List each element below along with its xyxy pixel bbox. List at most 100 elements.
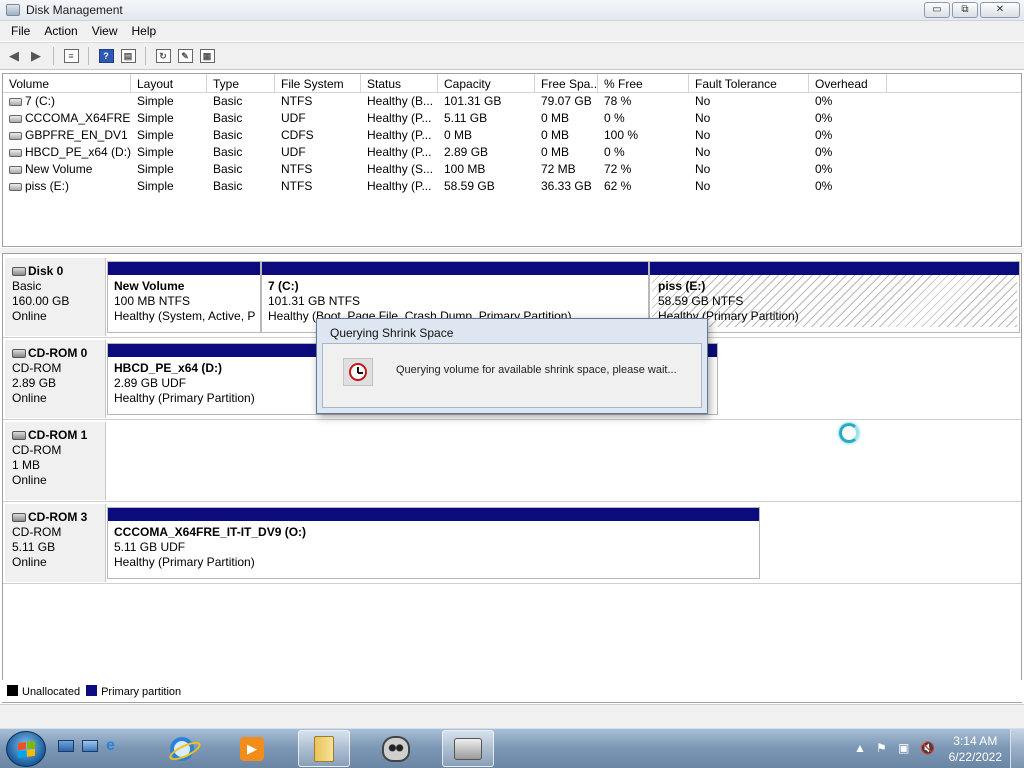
- network-icon[interactable]: ▣: [898, 741, 909, 755]
- switch-windows-icon[interactable]: [82, 737, 100, 755]
- settings-icon[interactable]: ▦: [197, 46, 217, 66]
- help-icon[interactable]: ?: [96, 46, 116, 66]
- internet-explorer-icon[interactable]: e: [106, 737, 124, 755]
- partition-fs: 5.11 GB UDF: [114, 540, 186, 554]
- partition[interactable]: New Volume 100 MB NTFS Healthy (System, …: [107, 261, 261, 333]
- dialog-message: Querying volume for available shrink spa…: [396, 364, 677, 376]
- volume-cell: 62 %: [598, 178, 689, 195]
- column-header-free-space[interactable]: Free Spa...: [535, 74, 598, 92]
- volume-cell-text: GBPFRE_EN_DV1 (F:): [25, 128, 131, 142]
- column-header-fault-tolerance[interactable]: Fault Tolerance: [689, 74, 809, 92]
- disk-info[interactable]: CD-ROM 3 CD-ROM 5.11 GB Online: [5, 504, 106, 582]
- title-bar: Disk Management ▭ ⧉ ✕: [0, 0, 1024, 21]
- disk-info[interactable]: CD-ROM 0 CD-ROM 2.89 GB Online: [5, 340, 106, 418]
- partition-status: Healthy (Primary Partition): [658, 309, 799, 323]
- taskbar-internet-explorer-button[interactable]: [156, 730, 208, 767]
- disk-info[interactable]: Disk 0 Basic 160.00 GB Online: [5, 258, 106, 336]
- volume-muted-icon[interactable]: 🔇: [920, 741, 935, 755]
- properties-icon[interactable]: ▤: [118, 46, 138, 66]
- volume-row[interactable]: CCCOMA_X64FRE... Simple Basic UDF Healthy (P…: [3, 110, 1021, 127]
- volume-cell: 0 %: [598, 144, 689, 161]
- back-arrow-icon[interactable]: ◀: [4, 46, 24, 66]
- volume-row[interactable]: piss (E:) Simple Basic NTFS Healthy (P... 58.…: [3, 178, 1021, 195]
- volume-cell-text: Simple: [137, 162, 174, 176]
- show-hide-console-tree-icon[interactable]: ≡: [61, 46, 81, 66]
- toolbar: ◀ ▶ ≡ ? ▤ ↻ ✎ ▦: [0, 42, 1024, 70]
- volume-cell: 36.33 GB: [535, 178, 598, 195]
- start-button[interactable]: [6, 731, 46, 767]
- maximize-button[interactable]: ⧉: [952, 2, 978, 18]
- volume-cell-text: Healthy (B...: [367, 94, 434, 108]
- minimize-button[interactable]: ▭: [924, 2, 950, 18]
- taskbar-file-explorer-button[interactable]: [298, 730, 350, 767]
- menu-action[interactable]: Action: [37, 21, 84, 41]
- volume-cell-text: HBCD_PE_x64 (D:): [25, 145, 131, 159]
- volume-cell: 0 MB: [535, 110, 598, 127]
- system-tray: ▲ ⚑ ▣ 🔇 3:14 AM 6/22/2022: [844, 729, 1024, 768]
- volume-row[interactable]: 7 (C:) Simple Basic NTFS Healthy (B... 101.31…: [3, 93, 1021, 110]
- volume-cell: 101.31 GB: [438, 93, 535, 110]
- column-header-capacity[interactable]: Capacity: [438, 74, 535, 92]
- row-divider: [3, 501, 1021, 502]
- partition[interactable]: CCCOMA_X64FRE_IT-IT_DV9 (O:) 5.11 GB UDF…: [107, 507, 760, 579]
- volume-cell-text: 36.33 GB: [541, 179, 592, 193]
- volume-cell: Basic: [207, 178, 275, 195]
- forward-arrow-icon[interactable]: ▶: [26, 46, 46, 66]
- volume-cell-text: 0%: [815, 94, 833, 108]
- column-header-volume[interactable]: Volume: [3, 74, 131, 92]
- taskbar-disk-management-button[interactable]: [442, 730, 494, 767]
- show-desktop-icon[interactable]: [58, 737, 76, 755]
- volume-row[interactable]: HBCD_PE_x64 (D:) Simple Basic UDF Healthy (P…: [3, 144, 1021, 161]
- volume-cell: Simple: [131, 144, 207, 161]
- column-header-type[interactable]: Type: [207, 74, 275, 92]
- volume-cell-text: NTFS: [281, 179, 313, 193]
- taskbar-raccoon-app-button[interactable]: [370, 730, 422, 767]
- column-header-layout[interactable]: Layout: [131, 74, 207, 92]
- export-icon[interactable]: ✎: [175, 46, 195, 66]
- volume-cell-text: NTFS: [281, 94, 313, 108]
- volume-cell-text: 62 %: [604, 179, 632, 193]
- volume-list-rows: 7 (C:) Simple Basic NTFS Healthy (B... 101.31…: [3, 93, 1021, 195]
- volume-cell: 79.07 GB: [535, 93, 598, 110]
- partition-name: piss (E:): [658, 279, 706, 293]
- menu-help[interactable]: Help: [125, 21, 164, 41]
- volume-cell-text: Basic: [213, 162, 243, 176]
- disk-management-app-icon: [6, 4, 20, 16]
- column-header-percent-free[interactable]: % Free: [598, 74, 689, 92]
- volume-cell: HBCD_PE_x64 (D:): [3, 144, 131, 161]
- show-desktop-button[interactable]: [1010, 729, 1024, 768]
- menu-view[interactable]: View: [85, 21, 125, 41]
- drive-icon: [9, 115, 22, 123]
- disk-kind: Basic: [12, 279, 42, 293]
- volume-cell-text: UDF: [281, 145, 306, 159]
- volume-row[interactable]: New Volume Simple Basic NTFS Healthy (S... 10…: [3, 161, 1021, 178]
- drive-icon: [9, 166, 22, 174]
- menu-bar: File Action View Help: [0, 21, 1024, 41]
- cd-rom-icon: [12, 431, 26, 440]
- volume-cell-text: 72 %: [604, 162, 632, 176]
- column-header-file-system[interactable]: File System: [275, 74, 361, 92]
- disk-row: CD-ROM 3 CD-ROM 5.11 GB Online CCCOMA_X6…: [3, 504, 1021, 582]
- disk-state: Online: [12, 309, 47, 323]
- volume-cell: UDF: [275, 144, 361, 161]
- column-header-status[interactable]: Status: [361, 74, 438, 92]
- partition-name: CCCOMA_X64FRE_IT-IT_DV9 (O:): [114, 525, 307, 539]
- refresh-icon[interactable]: ↻: [153, 46, 173, 66]
- column-header-overhead[interactable]: Overhead: [809, 74, 887, 92]
- taskbar-media-player-button[interactable]: ▶: [226, 730, 278, 767]
- show-hidden-icons-icon[interactable]: ▲: [854, 741, 866, 755]
- menu-file[interactable]: File: [4, 21, 37, 41]
- volume-row[interactable]: GBPFRE_EN_DV1 (F:) Simple Basic CDFS Healthy…: [3, 127, 1021, 144]
- volume-cell-text: 0 MB: [541, 145, 570, 159]
- action-center-icon[interactable]: ⚑: [876, 741, 887, 755]
- clock[interactable]: 3:14 AM 6/22/2022: [949, 733, 1002, 765]
- volume-cell: Healthy (P...: [361, 178, 438, 195]
- window-title: Disk Management: [26, 3, 123, 17]
- volume-cell-text: 2.89 GB: [444, 145, 489, 159]
- volume-cell-text: Simple: [137, 145, 174, 159]
- volume-cell-text: Simple: [137, 94, 174, 108]
- disk-info[interactable]: CD-ROM 1 CD-ROM 1 MB Online: [5, 422, 106, 500]
- close-button[interactable]: ✕: [980, 2, 1020, 18]
- row-divider: [3, 419, 1021, 420]
- volume-cell: No: [689, 144, 809, 161]
